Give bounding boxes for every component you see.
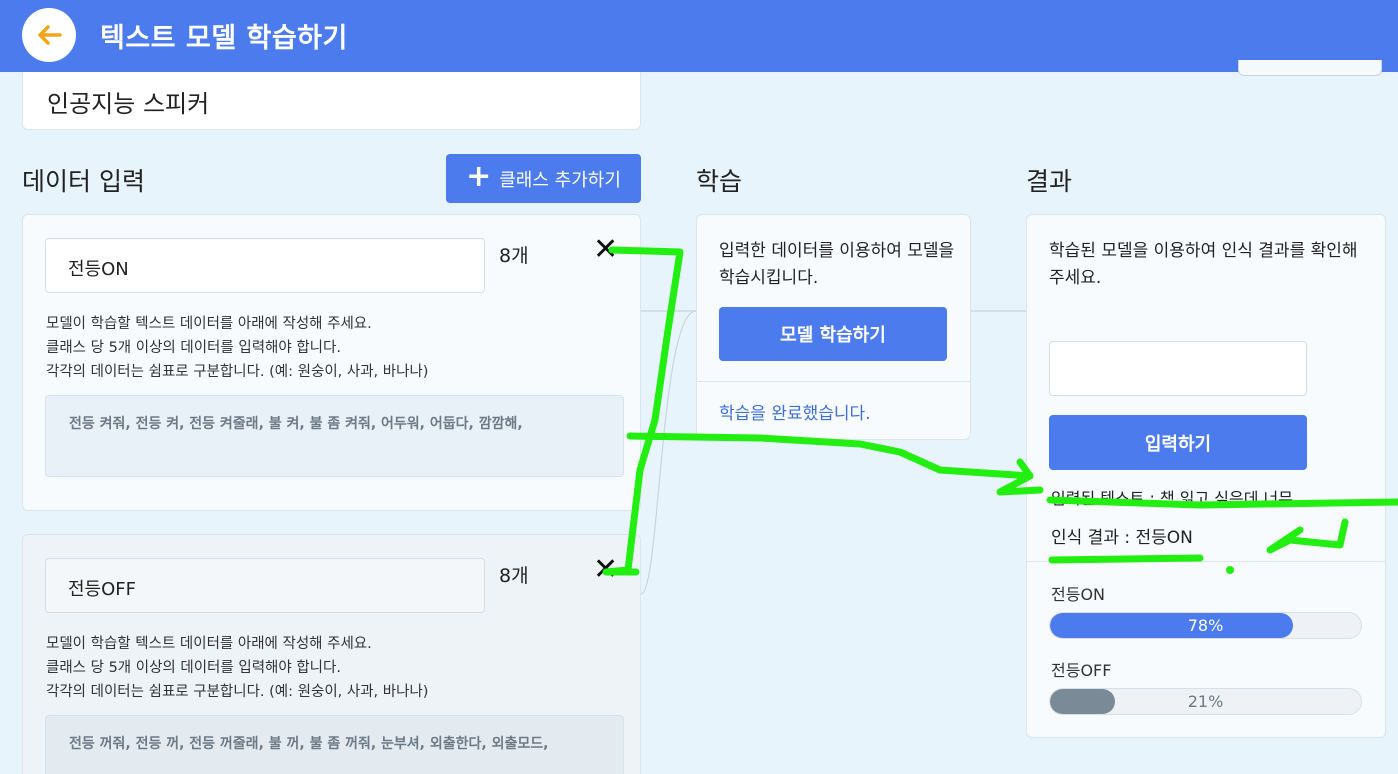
model-name-field[interactable]: 인공지능 스피커 (22, 72, 641, 130)
data-count: 8개 (499, 245, 529, 267)
result-description: 학습된 모델을 이용하여 인식 결과를 확인해주세요. (1049, 241, 1358, 288)
data-count: 8개 (499, 565, 529, 587)
train-card: 입력한 데이터를 이용하여 모델을 학습시킵니다. 모델 학습하기 학습을 완료… (696, 214, 971, 440)
delete-class-icon[interactable]: ✕ (593, 555, 618, 585)
class-name-input[interactable]: 전등OFF (45, 558, 485, 613)
prob-percent: 78% (1187, 616, 1224, 635)
help-text: 모델이 학습할 텍스트 데이터를 아래에 작성해 주세요. 클래스 당 5개 이… (46, 636, 429, 700)
result-card: 학습된 모델을 이용하여 인식 결과를 확인해주세요. 입력하기 입력된 텍스트… (1026, 214, 1386, 738)
class-name-input[interactable]: 전등ON (45, 238, 485, 293)
divider (697, 381, 970, 382)
prob-bar-on: 78% (1049, 612, 1362, 639)
class-data-textarea[interactable]: 전등 꺼줘, 전등 꺼, 전등 꺼줄래, 불 꺼, 불 좀 꺼줘, 눈부셔, 외… (45, 715, 624, 774)
class-data-textarea[interactable]: 전등 켜줘, 전등 켜, 전등 켜줄래, 불 켜, 불 좀 켜줘, 어두워, 어… (45, 395, 624, 477)
train-status: 학습을 완료했습니다. (719, 404, 871, 424)
help-text: 모델이 학습할 텍스트 데이터를 아래에 작성해 주세요. 클래스 당 5개 이… (46, 316, 429, 380)
class-card-off: 전등OFF 8개 ✕ 모델이 학습할 텍스트 데이터를 아래에 작성해 주세요.… (22, 534, 641, 774)
submit-button[interactable]: 입력하기 (1049, 415, 1307, 470)
prob-percent: 21% (1187, 692, 1224, 711)
prob-label-on: 전등ON (1051, 585, 1106, 604)
top-right-button[interactable] (1238, 60, 1382, 76)
arrow-left-icon (38, 25, 62, 45)
train-description: 입력한 데이터를 이용하여 모델을 학습시킵니다. (719, 241, 955, 288)
top-bar: 텍스트 모델 학습하기 (0, 0, 1398, 72)
add-class-button[interactable]: + 클래스 추가하기 (446, 154, 641, 203)
test-text-input[interactable] (1049, 341, 1307, 396)
prob-bar-off: 21% (1049, 688, 1362, 715)
plus-icon: + (466, 159, 492, 194)
recognition-result: 인식 결과 : 전등ON (1051, 528, 1193, 548)
add-class-label: 클래스 추가하기 (499, 169, 621, 191)
page-title: 텍스트 모델 학습하기 (100, 23, 348, 54)
data-section-title: 데이터 입력 (22, 167, 145, 196)
delete-class-icon[interactable]: ✕ (593, 235, 618, 265)
divider (1027, 561, 1385, 562)
class-card-on: 전등ON 8개 ✕ 모델이 학습할 텍스트 데이터를 아래에 작성해 주세요. … (22, 214, 641, 511)
train-section-title: 학습 (696, 167, 743, 196)
train-model-button[interactable]: 모델 학습하기 (719, 307, 947, 361)
prob-label-off: 전등OFF (1051, 661, 1112, 680)
entered-text: 입력된 텍스트 : 책 읽고 싶은데 너무 ... (1051, 489, 1314, 508)
result-section-title: 결과 (1026, 167, 1073, 196)
back-button[interactable] (22, 8, 76, 62)
